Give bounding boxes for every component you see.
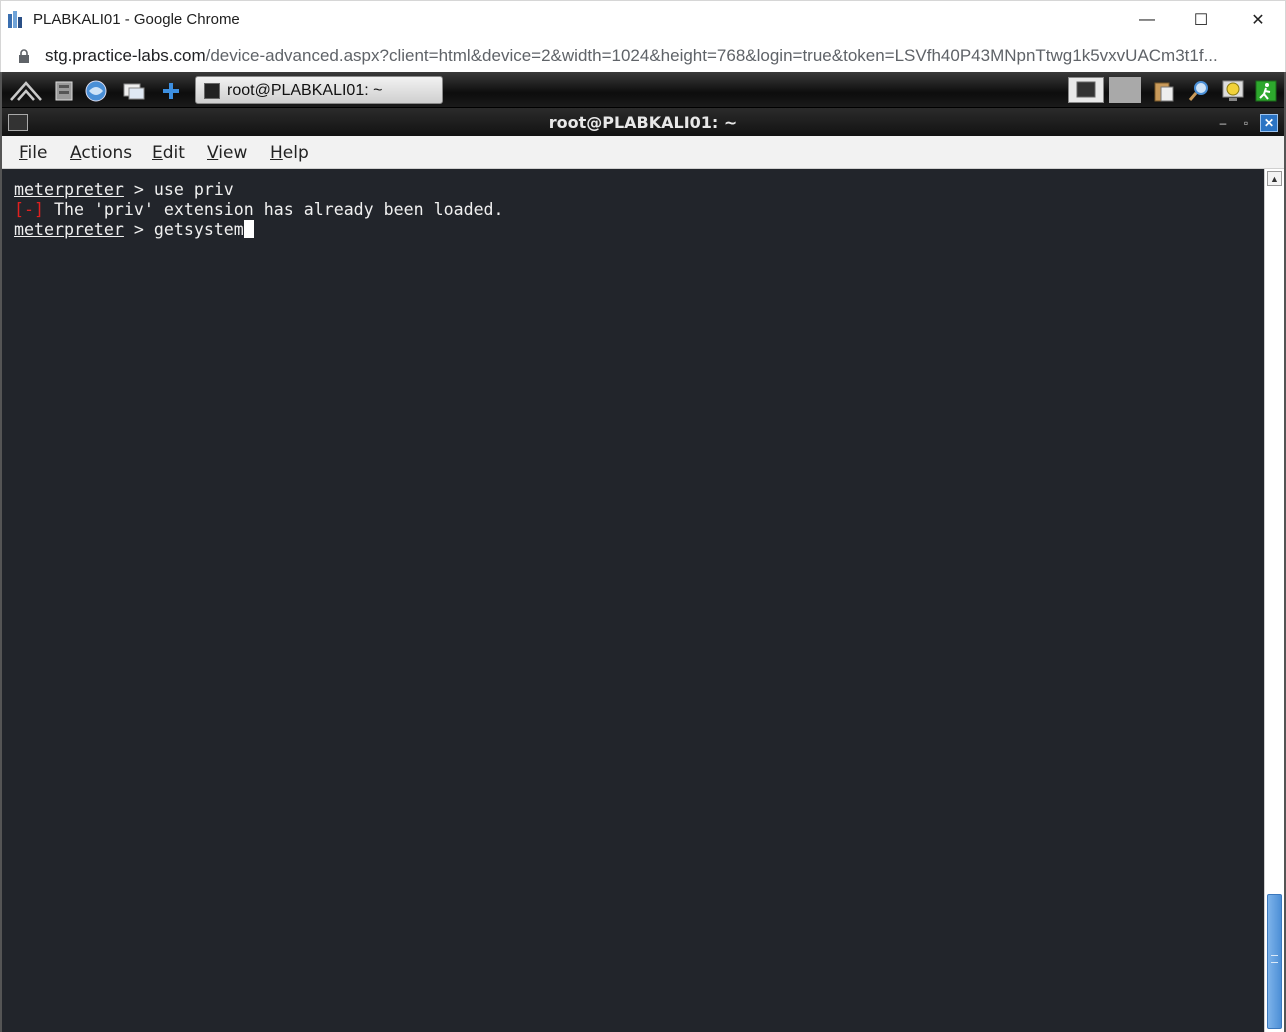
minimize-icon: — xyxy=(1139,11,1155,28)
maximize-icon: ☐ xyxy=(1193,12,1209,29)
terminal-close-button[interactable]: ✕ xyxy=(1260,114,1278,132)
desktop-panel: root@PLABKALI01: ~ xyxy=(2,72,1284,108)
menu-file[interactable]: File xyxy=(19,143,47,163)
clipboard-icon[interactable] xyxy=(1150,78,1176,104)
meterpreter-prompt: meterpreter xyxy=(14,220,124,239)
scroll-thumb[interactable] xyxy=(1267,894,1282,1029)
terminal-title-bar: root@PLABKALI01: ~ – ▫ ✕ xyxy=(2,108,1284,136)
error-message: The 'priv' extension has already been lo… xyxy=(43,200,504,219)
command-text: > use priv xyxy=(123,180,234,199)
close-icon: ✕ xyxy=(1263,116,1275,130)
monitor-icon xyxy=(1076,81,1096,98)
terminal-maximize-button[interactable]: ▫ xyxy=(1237,114,1255,132)
maximize-icon: ▫ xyxy=(1243,116,1249,130)
maximize-button[interactable]: ☐ xyxy=(1173,1,1229,39)
terminal-menu-bar: File Actions Edit View Help xyxy=(2,136,1284,169)
terminal-window-title: root@PLABKALI01: ~ xyxy=(548,113,738,132)
kali-menu-icon[interactable] xyxy=(8,78,44,104)
address-bar[interactable]: stg.practice-labs.com/device-advanced.as… xyxy=(0,40,1286,72)
remote-desktop[interactable]: root@PLABKALI01: ~ root@PLABKALI01: ~ – … xyxy=(0,72,1286,1032)
search-icon[interactable] xyxy=(1186,78,1212,104)
taskbar-terminal-button[interactable]: root@PLABKALI01: ~ xyxy=(195,76,443,104)
terminal-scrollbar[interactable]: ▲ xyxy=(1264,169,1284,1032)
window-title: PLABKALI01 - Google Chrome xyxy=(33,11,240,28)
taskbar-terminal-label: root@PLABKALI01: ~ xyxy=(227,82,383,99)
meterpreter-prompt: meterpreter xyxy=(14,180,124,199)
lock-icon xyxy=(19,49,29,63)
logout-icon[interactable] xyxy=(1253,78,1279,104)
url-host: stg.practice-labs.com xyxy=(45,46,206,65)
minimize-button[interactable]: — xyxy=(1119,1,1175,39)
menu-edit[interactable]: Edit xyxy=(152,143,185,163)
terminal-line: meterpreter > use priv xyxy=(14,180,234,199)
terminal-output[interactable]: meterpreter > use priv [-] The 'priv' ex… xyxy=(2,169,1264,1032)
notification-icon[interactable] xyxy=(1220,78,1246,104)
text-cursor xyxy=(243,220,254,238)
error-marker: [-] xyxy=(14,200,44,219)
url-text[interactable]: stg.practice-labs.com/device-advanced.as… xyxy=(45,46,1218,66)
menu-actions[interactable]: Actions xyxy=(70,143,132,163)
add-icon[interactable] xyxy=(158,78,184,104)
command-input[interactable]: > getsystem xyxy=(124,220,244,239)
workspace-2[interactable] xyxy=(1109,77,1141,103)
url-path: /device-advanced.aspx?client=html&device… xyxy=(205,46,1218,65)
close-icon: ✕ xyxy=(1251,12,1265,29)
browser-title-bar: PLABKALI01 - Google Chrome — ☐ ✕ xyxy=(0,0,1286,40)
minimize-icon: – xyxy=(1219,116,1227,130)
terminal-minimize-button[interactable]: – xyxy=(1214,114,1232,132)
workspace-switcher[interactable] xyxy=(1068,77,1104,103)
menu-view[interactable]: View xyxy=(207,143,247,163)
show-desktop-icon[interactable] xyxy=(121,78,147,104)
terminal-line: meterpreter > getsystem xyxy=(14,220,254,239)
menu-help[interactable]: Help xyxy=(270,143,309,163)
terminal-icon xyxy=(204,83,220,99)
browser-icon[interactable] xyxy=(83,78,109,104)
grip-icon xyxy=(1271,955,1278,963)
terminal-line: [-] The 'priv' extension has already bee… xyxy=(14,200,504,219)
close-button[interactable]: ✕ xyxy=(1230,1,1286,39)
app-logo-icon xyxy=(8,11,22,28)
scroll-up-icon[interactable]: ▲ xyxy=(1267,171,1282,186)
file-manager-icon[interactable] xyxy=(51,78,77,104)
